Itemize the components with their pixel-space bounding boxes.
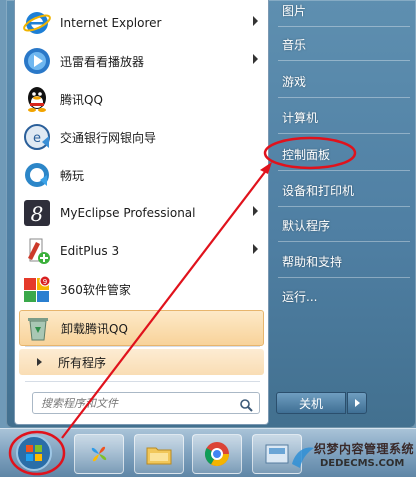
program-label: Internet Explorer (60, 16, 162, 30)
watermark-main-text: 织梦内容管理系统 (314, 442, 415, 456)
link-music[interactable]: 音乐 (282, 36, 306, 53)
expand-arrow-icon (37, 358, 42, 366)
divider (25, 381, 260, 382)
submenu-arrow-icon[interactable] (253, 206, 258, 216)
recycle-bin-icon (22, 312, 54, 344)
search-box[interactable] (32, 392, 260, 414)
internet-explorer-icon (21, 7, 53, 39)
submenu-arrow-icon[interactable] (253, 16, 258, 26)
program-uninstall-qq[interactable]: 卸载腾讯QQ (19, 310, 264, 346)
watermark-logo-icon (292, 447, 314, 468)
file-explorer-icon[interactable] (134, 434, 184, 474)
editplus-icon (21, 235, 53, 267)
program-qq[interactable]: 腾讯QQ (19, 82, 264, 116)
qq-penguin-icon (21, 83, 53, 115)
changwan-icon (21, 159, 53, 191)
divider (25, 346, 260, 347)
submenu-arrow-icon[interactable] (253, 54, 258, 64)
link-devices-printers[interactable]: 设备和打印机 (282, 182, 354, 199)
shutdown-label: 关机 (298, 396, 323, 411)
right-pane: 图片 音乐 游戏 计算机 控制面板 设备和打印机 默认程序 帮助和支持 运行..… (268, 0, 416, 428)
link-run[interactable]: 运行... (282, 288, 317, 305)
windows-start-orb-icon[interactable] (12, 433, 56, 473)
magnifier-icon[interactable] (239, 397, 253, 416)
link-control-panel[interactable]: 控制面板 (282, 146, 330, 163)
divider (278, 206, 410, 207)
bank-guide-icon: e (21, 121, 53, 153)
program-internet-explorer[interactable]: Internet Explorer (19, 6, 264, 40)
program-label: 腾讯QQ (60, 92, 103, 107)
divider (278, 133, 410, 134)
program-label: EditPlus 3 (60, 244, 120, 258)
start-menu: Internet Explorer 迅雷看看播放器 腾讯QQ e 交通银行网银向… (6, 0, 416, 428)
svg-text:e: e (33, 131, 41, 146)
program-label: 360软件管家 (60, 282, 131, 297)
programs-pane: Internet Explorer 迅雷看看播放器 腾讯QQ e 交通银行网银向… (14, 0, 269, 425)
program-xunlei-player[interactable]: 迅雷看看播放器 (19, 44, 264, 78)
svg-text:8: 8 (31, 202, 44, 226)
all-programs-button[interactable]: 所有程序 (19, 349, 264, 375)
link-pictures[interactable]: 图片 (282, 2, 306, 19)
divider (278, 170, 410, 171)
program-label: 畅玩 (60, 168, 85, 183)
program-label: MyEclipse Professional (60, 206, 196, 220)
svg-text:9: 9 (43, 278, 47, 286)
link-games[interactable]: 游戏 (282, 73, 306, 90)
divider (278, 60, 410, 61)
shutdown-options-button[interactable] (347, 392, 367, 414)
all-programs-label: 所有程序 (58, 355, 107, 370)
program-360-software-manager[interactable]: 9 360软件管家 (19, 272, 264, 306)
program-label: 卸载腾讯QQ (61, 321, 128, 336)
program-label: 迅雷看看播放器 (60, 54, 145, 69)
divider (278, 241, 410, 242)
program-myeclipse[interactable]: 8 MyEclipse Professional (19, 196, 264, 230)
divider (278, 26, 410, 27)
link-default-programs[interactable]: 默认程序 (282, 217, 330, 234)
watermark: 织梦内容管理系统 DEDECMS.COM (292, 440, 416, 476)
myeclipse-icon: 8 (21, 197, 53, 229)
360-software-manager-icon: 9 (21, 273, 53, 305)
link-help-support[interactable]: 帮助和支持 (282, 253, 342, 270)
shutdown-button[interactable]: 关机 (276, 392, 346, 414)
program-label: 交通银行网银向导 (60, 130, 157, 145)
program-editplus[interactable]: EditPlus 3 (19, 234, 264, 268)
divider (278, 277, 410, 278)
chevron-right-icon (354, 399, 360, 407)
divider (278, 97, 410, 98)
program-changwan[interactable]: 畅玩 (19, 158, 264, 192)
submenu-arrow-icon[interactable] (253, 244, 258, 254)
program-bank-guide[interactable]: e 交通银行网银向导 (19, 120, 264, 154)
link-computer[interactable]: 计算机 (282, 109, 318, 126)
pinwheel-app-icon[interactable] (74, 434, 124, 474)
watermark-sub-text: DEDECMS.COM (320, 458, 405, 469)
chrome-icon[interactable] (192, 434, 242, 474)
search-input[interactable] (39, 395, 233, 411)
xunlei-player-icon (21, 45, 53, 77)
